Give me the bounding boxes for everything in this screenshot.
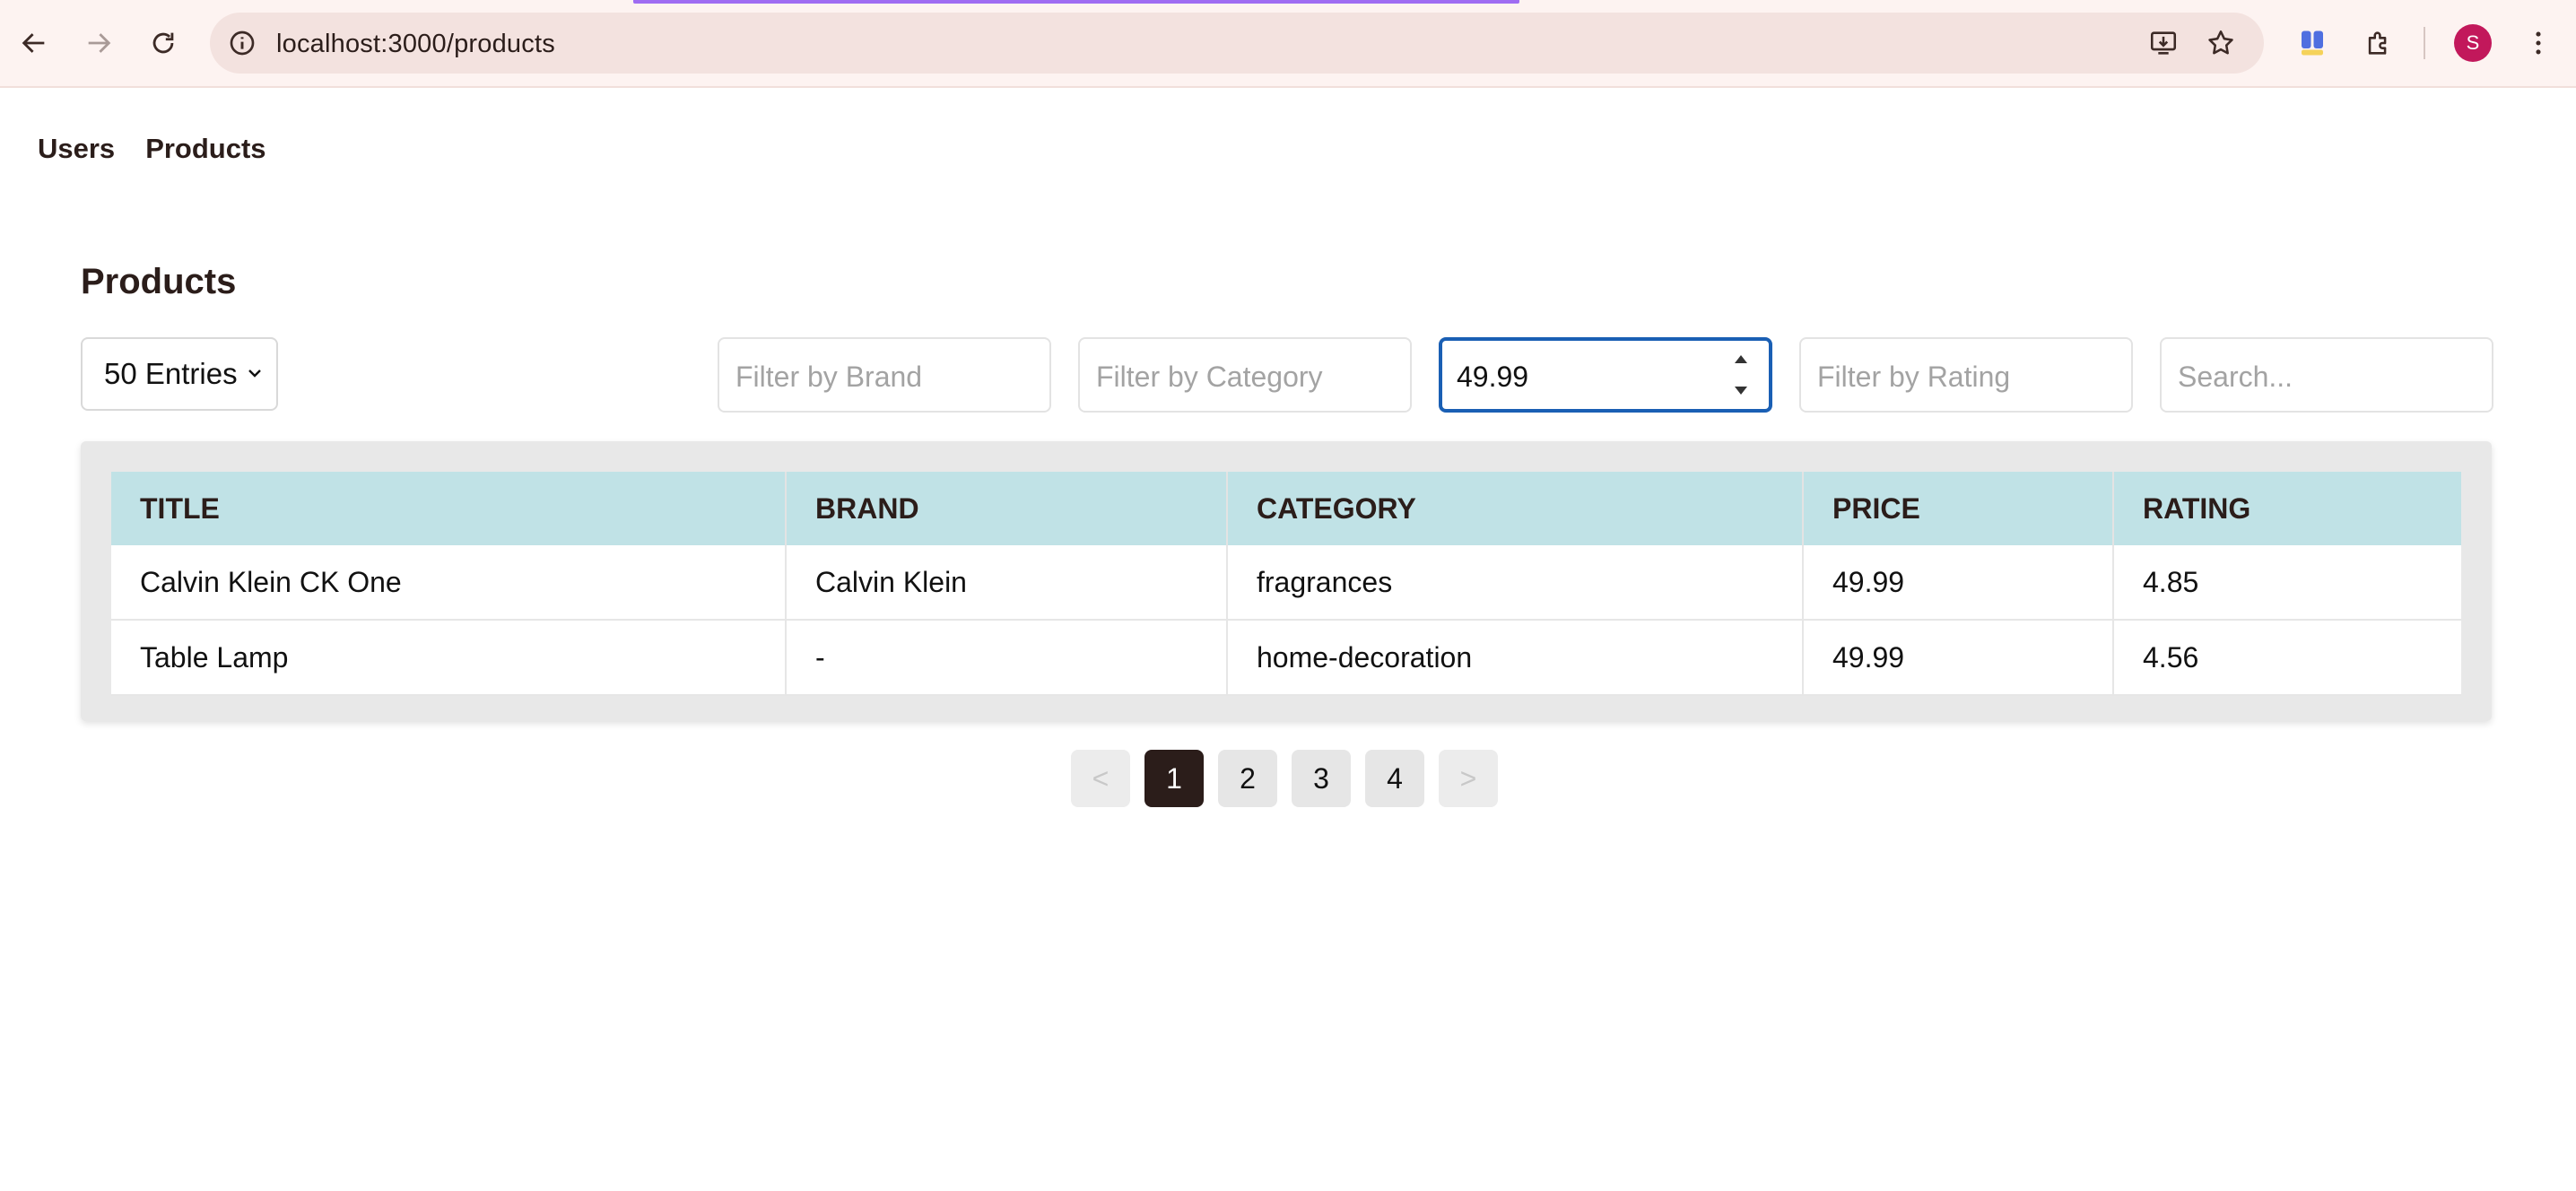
browser-toolbar: localhost:3000/products S <box>0 0 2576 88</box>
cell-title: Table Lamp <box>111 620 787 696</box>
back-icon <box>22 33 45 53</box>
column-header-category[interactable]: CATEGORY <box>1227 472 1804 545</box>
bookmark-button[interactable] <box>2203 25 2239 61</box>
pagination-page-2[interactable]: 2 <box>1218 750 1277 807</box>
products-table-card: TITLE BRAND CATEGORY PRICE RATING Calvin… <box>81 441 2492 721</box>
cell-brand: - <box>786 620 1228 696</box>
cell-price: 49.99 <box>1803 545 2114 621</box>
nav-link-users[interactable]: Users <box>38 133 115 165</box>
reload-button[interactable] <box>142 22 185 65</box>
price-stepper[interactable] <box>1729 355 1753 395</box>
entries-select[interactable]: 50 Entries <box>81 337 278 411</box>
pagination-page-3[interactable]: 3 <box>1292 750 1351 807</box>
menu-kebab-icon <box>2536 31 2541 55</box>
extension-app-icon <box>2302 30 2323 56</box>
pagination-next-button[interactable]: > <box>1439 750 1498 807</box>
cell-category: home-decoration <box>1227 620 1804 696</box>
browser-menu-button[interactable] <box>2517 22 2560 65</box>
cell-title: Calvin Klein CK One <box>111 545 787 621</box>
cell-brand: Calvin Klein <box>786 545 1228 621</box>
filter-price-input[interactable]: 49.99 <box>1439 337 1772 413</box>
filter-category-placeholder: Filter by Category <box>1096 361 1323 393</box>
forward-button[interactable] <box>77 22 120 65</box>
nav-link-products[interactable]: Products <box>145 133 265 165</box>
table-row[interactable]: Calvin Klein CK One Calvin Klein fragran… <box>111 545 2461 621</box>
url-text: localhost:3000/products <box>276 30 555 58</box>
bookmark-star-icon <box>2208 30 2233 55</box>
stepper-down-icon[interactable] <box>1735 387 1747 395</box>
back-button[interactable] <box>13 22 56 65</box>
pagination-prev-button[interactable]: < <box>1071 750 1130 807</box>
extension-app-button[interactable] <box>2291 22 2334 65</box>
filter-rating-input[interactable]: Filter by Rating <box>1799 337 2133 413</box>
profile-avatar[interactable]: S <box>2454 24 2492 62</box>
site-info-icon <box>230 30 255 56</box>
filter-rating-placeholder: Filter by Rating <box>1817 361 2011 393</box>
page-load-progress <box>633 0 1519 4</box>
reload-icon <box>152 32 174 54</box>
stepper-up-icon[interactable] <box>1735 355 1747 363</box>
filter-category-input[interactable]: Filter by Category <box>1078 337 1412 413</box>
cell-category: fragrances <box>1227 545 1804 621</box>
search-input[interactable]: Search... <box>2160 337 2493 413</box>
cell-price: 49.99 <box>1803 620 2114 696</box>
filter-brand-input[interactable]: Filter by Brand <box>718 337 1051 413</box>
column-header-title[interactable]: TITLE <box>111 472 787 545</box>
app-nav: Users Products <box>38 133 266 165</box>
cell-rating: 4.85 <box>2113 545 2461 621</box>
table-row[interactable]: Table Lamp - home-decoration 49.99 4.56 <box>111 620 2461 696</box>
cell-rating: 4.56 <box>2113 620 2461 696</box>
address-bar[interactable]: localhost:3000/products <box>210 13 2264 74</box>
site-info-button[interactable] <box>224 25 260 61</box>
search-placeholder: Search... <box>2178 361 2293 393</box>
page-title: Products <box>81 262 237 301</box>
table-header-row: TITLE BRAND CATEGORY PRICE RATING <box>111 472 2461 545</box>
pagination-page-4[interactable]: 4 <box>1365 750 1424 807</box>
toolbar-divider <box>2424 27 2425 59</box>
install-app-icon <box>2150 31 2177 55</box>
entries-select-value: 50 Entries <box>104 357 238 390</box>
column-header-price[interactable]: PRICE <box>1803 472 2114 545</box>
filter-brand-placeholder: Filter by Brand <box>735 361 923 393</box>
pagination-page-1[interactable]: 1 <box>1144 750 1204 807</box>
puzzle-icon <box>2368 31 2387 55</box>
extensions-button[interactable] <box>2357 22 2400 65</box>
forward-icon <box>88 33 111 53</box>
install-app-button[interactable] <box>2145 25 2181 61</box>
column-header-brand[interactable]: BRAND <box>786 472 1228 545</box>
pagination: < 1 2 3 4 > <box>1071 750 1498 807</box>
column-header-rating[interactable]: RATING <box>2113 472 2461 545</box>
chevron-down-icon <box>248 369 261 378</box>
filter-price-value: 49.99 <box>1457 361 1529 393</box>
products-table: TITLE BRAND CATEGORY PRICE RATING Calvin… <box>111 472 2461 696</box>
